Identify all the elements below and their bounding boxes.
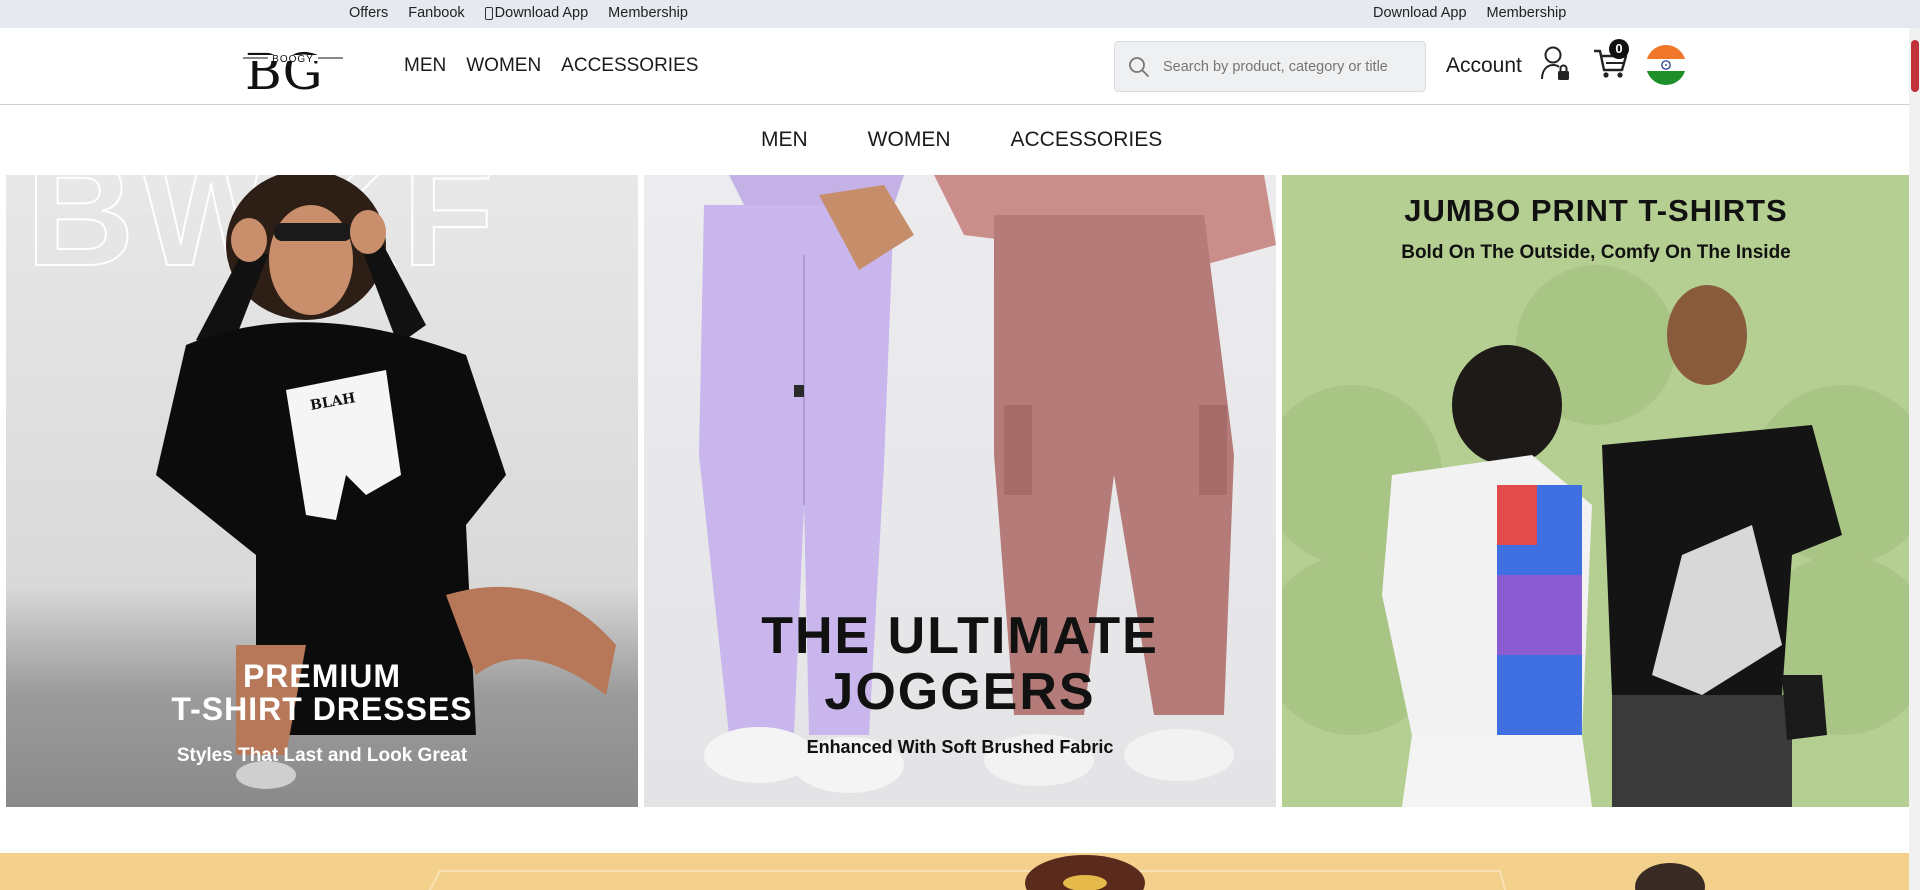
banner-tshirt-dresses[interactable]: BWKF BLAH PREMIUM T-SHIRT DRESSES Styles… bbox=[6, 175, 638, 807]
subnav-women[interactable]: WOMEN bbox=[868, 128, 951, 152]
user-lock-icon[interactable] bbox=[1540, 45, 1570, 81]
banner-tshirt-dresses-title: PREMIUM T-SHIRT DRESSES bbox=[6, 660, 638, 726]
banner-jumbo-print-subtitle: Bold On The Outside, Comfy On The Inside bbox=[1401, 242, 1791, 263]
phone-icon bbox=[484, 6, 493, 20]
banner-tshirt-dresses-subtitle: Styles That Last and Look Great bbox=[176, 745, 468, 766]
utility-links-left: Offers Fanbook Download App Membership bbox=[349, 5, 708, 21]
nav-women[interactable]: WOMEN bbox=[466, 55, 541, 77]
nav-accessories[interactable]: ACCESSORIES bbox=[561, 55, 698, 77]
banner-jumbo-print-title: JUMBO PRINT T-SHIRTS bbox=[1404, 193, 1788, 228]
header-nav: MEN WOMEN ACCESSORIES bbox=[404, 55, 698, 77]
banner-tshirt-dresses-title-line2: T-SHIRT DRESSES bbox=[171, 691, 473, 727]
download-app-link-right[interactable]: Download App bbox=[1373, 5, 1467, 21]
download-app-label: Download App bbox=[494, 5, 589, 21]
nav-men[interactable]: MEN bbox=[404, 55, 446, 77]
banner-joggers-subtitle: Enhanced With Soft Brushed Fabric bbox=[806, 737, 1114, 757]
search-icon[interactable] bbox=[1127, 55, 1151, 79]
scrollbar-thumb[interactable] bbox=[1911, 40, 1919, 92]
membership-link-right[interactable]: Membership bbox=[1487, 5, 1567, 21]
subnav-accessories[interactable]: ACCESSORIES bbox=[1011, 128, 1163, 152]
banner-tshirt-dresses-title-line1: PREMIUM bbox=[242, 658, 402, 694]
membership-link[interactable]: Membership bbox=[608, 5, 688, 21]
main-header: BG BOOGY MEN WOMEN ACCESSORIES Account 0 bbox=[0, 28, 1920, 105]
account-link[interactable]: Account bbox=[1446, 54, 1522, 78]
category-subnav: MEN WOMEN ACCESSORIES bbox=[0, 106, 1920, 175]
utility-bar: Offers Fanbook Download App Membership D… bbox=[0, 0, 1920, 28]
fanbook-link[interactable]: Fanbook bbox=[408, 5, 464, 21]
promo-strip-art bbox=[429, 855, 1705, 890]
subnav-men[interactable]: MEN bbox=[761, 128, 808, 152]
offers-link[interactable]: Offers bbox=[349, 5, 388, 21]
page-scrollbar[interactable] bbox=[1909, 28, 1920, 890]
banner-joggers-title-line1: THE ULTIMATE bbox=[761, 607, 1159, 665]
cart-count-badge: 0 bbox=[1609, 39, 1629, 59]
banner-joggers-title-line2: JOGGERS bbox=[824, 663, 1096, 721]
india-flag-icon[interactable] bbox=[1646, 45, 1686, 85]
logo-text: BOOGY bbox=[272, 54, 314, 65]
logo-letters: BG bbox=[245, 43, 323, 95]
banner-jumbo-print-art bbox=[1282, 265, 1910, 807]
search-box[interactable] bbox=[1114, 41, 1426, 92]
promo-banner-strip[interactable] bbox=[0, 853, 1920, 890]
banner-jumbo-print[interactable]: JUMBO PRINT T-SHIRTS Bold On The Outside… bbox=[1282, 175, 1910, 807]
brand-logo[interactable]: BG BOOGY bbox=[243, 39, 343, 95]
download-app-link[interactable]: Download App bbox=[484, 5, 589, 21]
banner-joggers-title: THE ULTIMATE JOGGERS bbox=[644, 608, 1276, 720]
utility-links-right: Download App Membership bbox=[1373, 5, 1586, 21]
banner-joggers[interactable]: THE ULTIMATE JOGGERS Enhanced With Soft … bbox=[644, 175, 1276, 807]
search-input[interactable] bbox=[1163, 58, 1403, 75]
